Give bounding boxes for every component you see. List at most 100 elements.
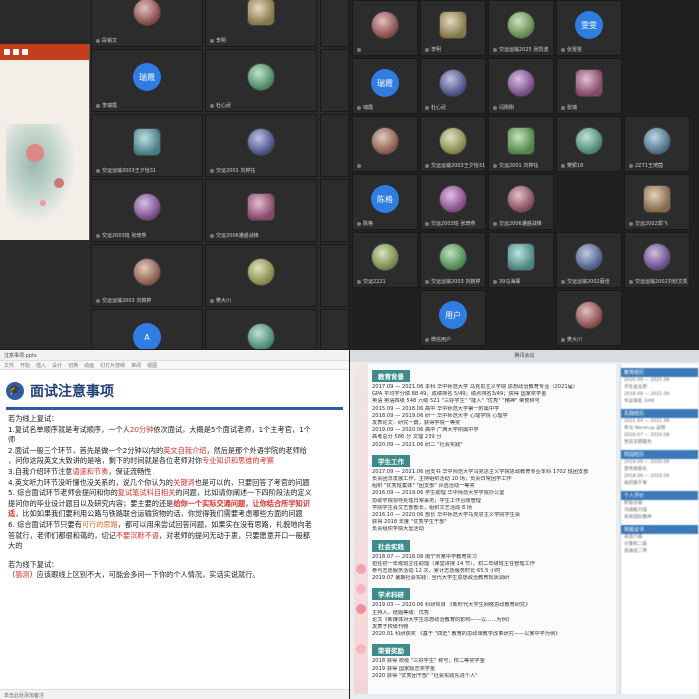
notes-placeholder[interactable]: 单击此处添加备注	[0, 689, 349, 699]
participant-tile[interactable]: 2Z71王琦茵	[624, 116, 690, 172]
ribbon-tab[interactable]: 幻灯片放映	[100, 362, 125, 369]
avatar: 瑞霞	[371, 69, 399, 98]
participant-tile[interactable]: 交运运输2003 刘婉婷	[91, 244, 203, 307]
ribbon-tab[interactable]: 开始	[20, 362, 30, 369]
section-line: 2019.03 — 2020.06 科研项目 《新时代大学生网络思政教育研究》	[372, 602, 531, 609]
ribbon-tab[interactable]: 切换	[68, 362, 78, 369]
participant-tile[interactable]: 樊大川	[556, 290, 622, 346]
participant-name: 交运2003班 张琦燕	[425, 220, 475, 227]
participant-name: 张雯雯	[561, 46, 582, 53]
participant-tile[interactable]: 交运运输2003 刘婉婷	[420, 232, 486, 288]
participant-tile[interactable]: 交运2221	[352, 232, 418, 288]
section-heading: 荣誉奖励	[372, 644, 410, 657]
avatar: 瑞霞	[133, 63, 161, 92]
participant-tile[interactable]: Aandes	[91, 309, 203, 349]
participant-tile[interactable]: 瑞霞 李瑞霞	[91, 49, 203, 112]
section-line: 协助学院领导处理日常事务；学生工作台账管理	[372, 497, 481, 504]
participant-tile[interactable]: 交运运输2002刘欣文凯	[624, 232, 690, 288]
participant-tile[interactable]: 陈格 陈格	[352, 174, 418, 230]
participant-tile[interactable]: 交运2003班 张琦燕	[91, 179, 203, 242]
ribbon-menu: 文件 开始 插入 设计 切换 动画 幻灯片放映 审阅 视图	[0, 361, 349, 370]
participant-tile[interactable]: 交运运输2002蔡佳	[556, 232, 622, 288]
section-line: 2016.10 — 2020.06 部长 华中师范大学马克思主义学院学生会	[372, 512, 521, 519]
side-line: 具有团队精神	[624, 515, 652, 520]
participant-tile[interactable]	[352, 0, 418, 56]
participant-tile[interactable]: 39马海褰	[488, 232, 554, 288]
ribbon-tab[interactable]: 动画	[84, 362, 94, 369]
section-line: 2019 获得 国家励志奖学金	[372, 665, 436, 672]
participant-tile[interactable]: 交运2006潘盛战锋	[488, 174, 554, 230]
tip-line: 2.面试一般三个环节，首先是做一个2分钟以内的英文自我介绍，然后是那个外语学院的…	[8, 445, 307, 455]
participant-tile[interactable]: 杜心武	[420, 58, 486, 114]
participant-tile[interactable]: 交运2006潘盛战锋	[205, 179, 317, 242]
participant-tile[interactable]	[320, 244, 349, 307]
participant-name: 交运运输2003 刘婉婷	[96, 297, 151, 304]
participant-tile[interactable]: 樊大川	[205, 244, 317, 307]
offline-tip: （猜测）应该跟线上区别不大，可能会多问一下你的个人情况，实话实说就行。	[8, 570, 260, 580]
participant-tile[interactable]: 樊颖18	[556, 116, 622, 172]
resume-side-panel: 教育经历 2020.09 — 2021.06 学生会主席 2018.09 — 2021…	[620, 364, 698, 694]
section-line: 负责团员发展工作，主持组织活动 10 场；负责日常团学工作	[372, 476, 512, 483]
participant-tile[interactable]	[320, 0, 349, 47]
participant-tile[interactable]: 闫刚刚	[488, 58, 554, 114]
file-name: 注意事项.pptx	[4, 353, 37, 359]
avatar: 用户	[439, 301, 467, 330]
participant-tile[interactable]: 交运2003班 张琦燕	[420, 174, 486, 230]
ribbon-tab[interactable]: 插入	[36, 362, 46, 369]
avatar: 陈格	[371, 185, 399, 214]
participant-tile[interactable]: 雯雯 张雯雯	[556, 0, 622, 56]
avatar	[643, 127, 671, 156]
participant-tile[interactable]: 段锡文	[91, 0, 203, 47]
resume-section: 荣誉奖励 2018 获得 校级 "三好学生" 称号；校二等奖学金 2019 获得 国…	[372, 638, 612, 680]
participant-tile[interactable]: 交运2001 刘婷钰	[488, 116, 554, 172]
side-line: 2020.07 — 2020.08	[624, 433, 670, 438]
participant-tile[interactable]: 杜心武	[205, 49, 317, 112]
participant-tile[interactable]: 交运运输2025 张凯波	[488, 0, 554, 56]
participant-tile[interactable]: 用户微信用户	[420, 290, 486, 346]
participant-tile[interactable]: 李明	[205, 0, 317, 47]
participant-tile[interactable]: 张瑞	[556, 58, 622, 114]
avatar	[133, 193, 161, 222]
shared-ppt-thumbnail[interactable]	[0, 44, 90, 240]
side-line: 参与 Wordcup 运营	[624, 426, 666, 431]
participant-tile[interactable]: 交运2002郭飞	[624, 174, 690, 230]
meeting-window-left: 段锡文 李明 瑞霞 李瑞霞 杜心武 交运运输2003王夕怡31 交运2001 刘婷钰 交运20…	[0, 0, 349, 349]
ribbon-tab[interactable]: 审阅	[131, 362, 141, 369]
file-name-bar: 注意事项.pptx	[0, 350, 349, 361]
resume-section: 学术科研 2019.03 — 2020.06 科研项目 《新时代大学生网络思政教育…	[372, 582, 612, 638]
participant-tile[interactable]: 交运2001 刘婷钰	[205, 114, 317, 177]
participant-name: 樊颖18	[561, 162, 583, 169]
participant-name: 交运2221	[357, 278, 386, 285]
resume-section: 社会实践 2018.07 — 2018.08 南宁市某中学教育实习 担任初一年级班…	[372, 534, 612, 583]
participant-tile[interactable]	[320, 49, 349, 112]
participant-tile[interactable]	[320, 114, 349, 177]
participant-tile[interactable]: 瑞霞 瑞霞	[352, 58, 418, 114]
tip-line: 5. 综合面试环节老师会提问和你的复试笔试科目相关的问题，比如请你阐述一下四阶段…	[8, 488, 312, 498]
participant-name	[357, 163, 363, 169]
section-line: 参与志愿服务活动 12 次，累计志愿服务时长 65.5 小时	[372, 568, 501, 575]
participant-tile[interactable]	[320, 179, 349, 242]
participant-name: 段锡文	[96, 37, 117, 44]
participant-name: 微信用户	[425, 336, 451, 343]
avatar	[575, 243, 603, 272]
participant-tile[interactable]: 35刘丽琴	[205, 309, 317, 349]
section-heading: 学术科研	[372, 588, 410, 601]
resume-section: 学生工作 2017.09 — 2021.06 团支书 华中师范大学马克思主义学院思…	[372, 449, 612, 534]
ribbon-tab[interactable]: 文件	[4, 362, 14, 369]
avatar	[247, 0, 275, 27]
section-line: 2017.09 — 2021.06 团支书 华中师范大学马克思主义学院思政教育专…	[372, 468, 589, 475]
participant-name: 交运运输2003王夕怡31	[425, 162, 485, 169]
participant-tile[interactable]: 李明	[420, 0, 486, 56]
participant-tile[interactable]	[352, 116, 418, 172]
side-heading: 个人评价	[621, 491, 698, 500]
participant-name: 李明	[210, 37, 226, 44]
ribbon-tab[interactable]: 视图	[147, 362, 157, 369]
participant-tile[interactable]	[320, 309, 349, 349]
section-line: 2017.09 — 2021.06 本科 华中师范大学 马克思主义学院 思想政治…	[372, 384, 579, 390]
participant-tile[interactable]: 交运运输2003王夕怡31	[420, 116, 486, 172]
ppt-flower-artwork	[6, 124, 76, 224]
section-line: 负责组织学院大型活动	[372, 526, 424, 533]
participant-name: 杜心武	[425, 104, 446, 111]
ribbon-tab[interactable]: 设计	[52, 362, 62, 369]
participant-tile[interactable]: 交运运输2003王夕怡31	[91, 114, 203, 177]
